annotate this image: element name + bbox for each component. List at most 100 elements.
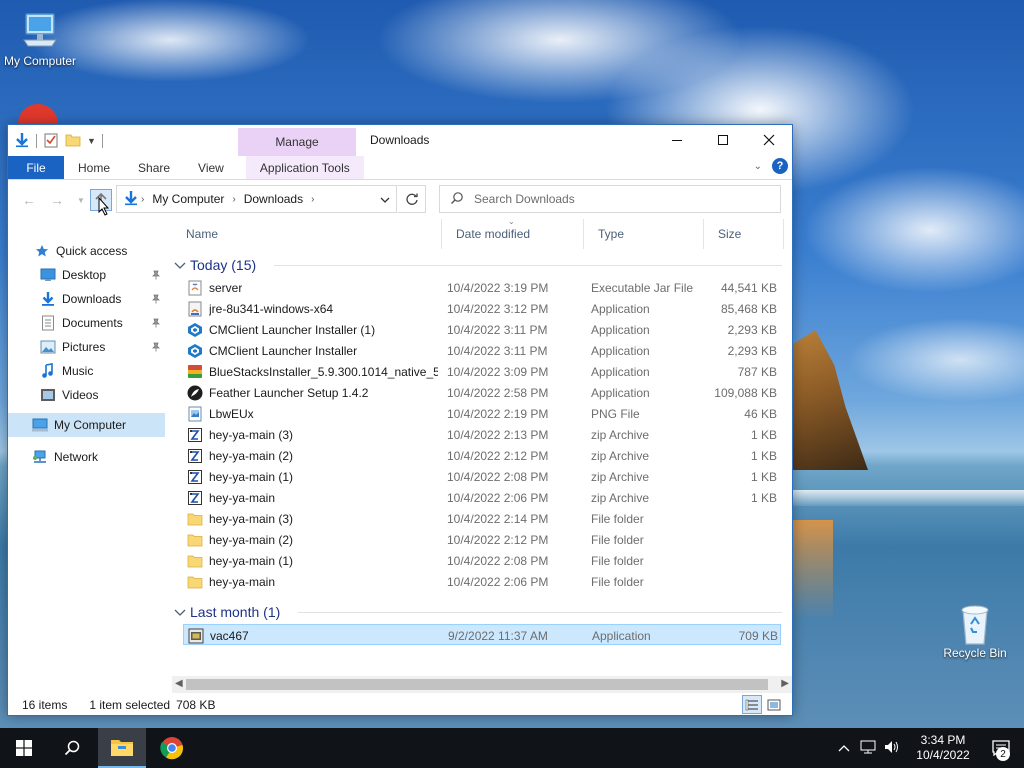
search-box[interactable] [439, 185, 781, 213]
file-row[interactable]: hey-ya-main (2) 10/4/2022 2:12 PM File fol… [183, 529, 781, 550]
file-row[interactable]: hey-ya-main 10/4/2022 2:06 PM zip Archive 1… [183, 487, 781, 508]
tab-manage-contextual[interactable]: Manage [238, 128, 356, 156]
pin-icon[interactable] [151, 341, 161, 355]
sidebar-item-network[interactable]: Network [8, 445, 165, 469]
file-list: Name Date modified Type Size ⌄ Today (15… [172, 219, 792, 677]
breadcrumb-chevron-icon[interactable]: › [232, 194, 235, 205]
file-row[interactable]: hey-ya-main (2) 10/4/2022 2:12 PM zip Arch… [183, 445, 781, 466]
taskbar-chrome[interactable] [148, 728, 196, 768]
column-header-name[interactable]: Name [172, 219, 442, 249]
sidebar-item-downloads[interactable]: Downloads [8, 287, 165, 311]
breadcrumb-chevron-icon[interactable]: › [311, 194, 314, 205]
file-size: 2,293 KB [727, 343, 777, 358]
file-row[interactable]: vac467 9/2/2022 11:37 AM Application 709 KB [183, 624, 781, 645]
action-center-button[interactable]: 2 [978, 728, 1024, 768]
address-history-icon[interactable] [380, 194, 390, 208]
desktop-icon-recycle-bin[interactable]: Recycle Bin [935, 602, 1015, 660]
file-name-cell: hey-ya-main (2) [183, 529, 438, 550]
file-row[interactable]: BlueStacksInstaller_5.9.300.1014_native_… [183, 361, 781, 382]
group-collapse-chevron-icon[interactable] [174, 604, 186, 620]
file-row[interactable]: Feather Launcher Setup 1.4.2 10/4/2022 2:… [183, 382, 781, 403]
help-icon[interactable]: ? [772, 158, 788, 174]
file-date-modified: 9/2/2022 11:37 AM [448, 628, 548, 643]
file-name: jre-8u341-windows-x64 [209, 301, 334, 316]
sidebar-item-pictures[interactable]: Pictures [8, 335, 165, 359]
documents-icon [40, 315, 56, 331]
horizontal-scrollbar[interactable]: ◀ ▶ [172, 676, 792, 693]
recent-locations-icon[interactable]: ▼ [72, 191, 90, 209]
forward-arrow-icon[interactable]: → [48, 191, 66, 209]
group-header-last-month[interactable]: Last month (1) [174, 601, 280, 623]
download-arrow-icon[interactable] [14, 132, 30, 151]
properties-icon[interactable] [43, 132, 59, 151]
file-row[interactable]: CMClient Launcher Installer (1) 10/4/2022… [183, 319, 781, 340]
sidebar-item-videos[interactable]: Videos [8, 383, 165, 407]
tab-file[interactable]: File [8, 156, 64, 179]
file-name: BlueStacksInstaller_5.9.300.1014_native_… [209, 364, 438, 379]
file-row[interactable]: CMClient Launcher Installer 10/4/2022 3:1… [183, 340, 781, 361]
column-header-type[interactable]: Type [584, 219, 704, 249]
minimize-button[interactable] [654, 125, 700, 155]
file-row[interactable]: LbwEUx 10/4/2022 2:19 PM PNG File 46 KB [183, 403, 781, 424]
network-status-icon[interactable] [860, 740, 876, 757]
column-header-size[interactable]: Size [704, 219, 784, 249]
file-row[interactable]: hey-ya-main (1) 10/4/2022 2:08 PM zip Arch… [183, 466, 781, 487]
tab-share[interactable]: Share [124, 156, 184, 179]
file-row[interactable]: hey-ya-main (1) 10/4/2022 2:08 PM File fol… [183, 550, 781, 571]
customize-qat-icon[interactable]: ▼ [87, 136, 96, 146]
expand-ribbon-icon[interactable]: ⌄ [754, 161, 762, 172]
breadcrumb-downloads[interactable]: Downloads [244, 192, 303, 206]
search-button[interactable] [48, 728, 96, 768]
file-size: 44,541 KB [720, 280, 777, 295]
desktop-icon-my-computer[interactable]: My Computer [0, 10, 80, 68]
maximize-icon [718, 135, 728, 145]
file-row[interactable]: hey-ya-main (3) 10/4/2022 2:13 PM zip Arch… [183, 424, 781, 445]
pin-icon[interactable] [151, 317, 161, 331]
pin-icon[interactable] [151, 269, 161, 283]
file-row[interactable]: hey-ya-main (3) 10/4/2022 2:14 PM File fol… [183, 508, 781, 529]
details-view-button[interactable] [742, 695, 762, 714]
scroll-left-arrow-icon[interactable]: ◀ [175, 678, 183, 689]
sidebar-item-music[interactable]: Music [8, 359, 165, 383]
breadcrumb-my-computer[interactable]: My Computer [152, 192, 224, 206]
tab-home[interactable]: Home [64, 156, 124, 179]
jar-file-icon [187, 280, 203, 296]
folder-icon [187, 574, 203, 590]
sidebar-item-quick-access[interactable]: Quick access [8, 239, 165, 263]
close-button[interactable] [746, 125, 792, 155]
scrollbar-thumb[interactable] [186, 679, 768, 690]
new-folder-icon[interactable] [65, 132, 81, 151]
large-icons-view-button[interactable] [764, 695, 784, 714]
scroll-right-arrow-icon[interactable]: ▶ [781, 678, 789, 689]
search-input[interactable] [474, 192, 754, 206]
status-selection-size: 708 KB [176, 697, 216, 712]
file-date-modified: 10/4/2022 3:09 PM [447, 364, 549, 379]
address-bar[interactable]: › My Computer › Downloads › [116, 185, 397, 213]
refresh-button[interactable] [398, 185, 426, 213]
file-row[interactable]: jre-8u341-windows-x64 10/4/2022 3:12 PM Ap… [183, 298, 781, 319]
sidebar-item-my-computer[interactable]: My Computer [8, 413, 165, 437]
clock[interactable]: 3:34 PM 10/4/2022 [908, 733, 978, 763]
tab-application-tools[interactable]: Application Tools [245, 156, 364, 179]
group-label: Today (15) [190, 257, 257, 273]
group-collapse-chevron-icon[interactable] [174, 257, 186, 273]
folder-icon [187, 553, 203, 569]
group-header-today[interactable]: Today (15) [174, 254, 256, 276]
volume-icon[interactable] [884, 740, 900, 757]
sidebar-item-documents[interactable]: Documents [8, 311, 165, 335]
maximize-button[interactable] [700, 125, 746, 155]
tab-view[interactable]: View [184, 156, 238, 179]
start-button[interactable] [0, 728, 48, 768]
file-name: hey-ya-main (3) [209, 511, 294, 526]
file-row[interactable]: hey-ya-main 10/4/2022 2:06 PM File folder [183, 571, 781, 592]
show-hidden-icons-chevron-icon[interactable] [838, 741, 850, 755]
large-icons-view-icon [767, 699, 781, 710]
file-row[interactable]: server 10/4/2022 3:19 PM Executable Jar Fi… [183, 277, 781, 298]
sidebar-item-desktop[interactable]: Desktop [8, 263, 165, 287]
pin-icon[interactable] [151, 293, 161, 307]
navigation-pane: Quick access Desktop Downloads Documents… [8, 233, 165, 693]
file-size: 1 KB [750, 448, 777, 463]
back-arrow-icon[interactable]: ← [20, 191, 38, 209]
breadcrumb-chevron-icon[interactable]: › [141, 194, 144, 205]
taskbar-file-explorer[interactable] [98, 728, 146, 768]
